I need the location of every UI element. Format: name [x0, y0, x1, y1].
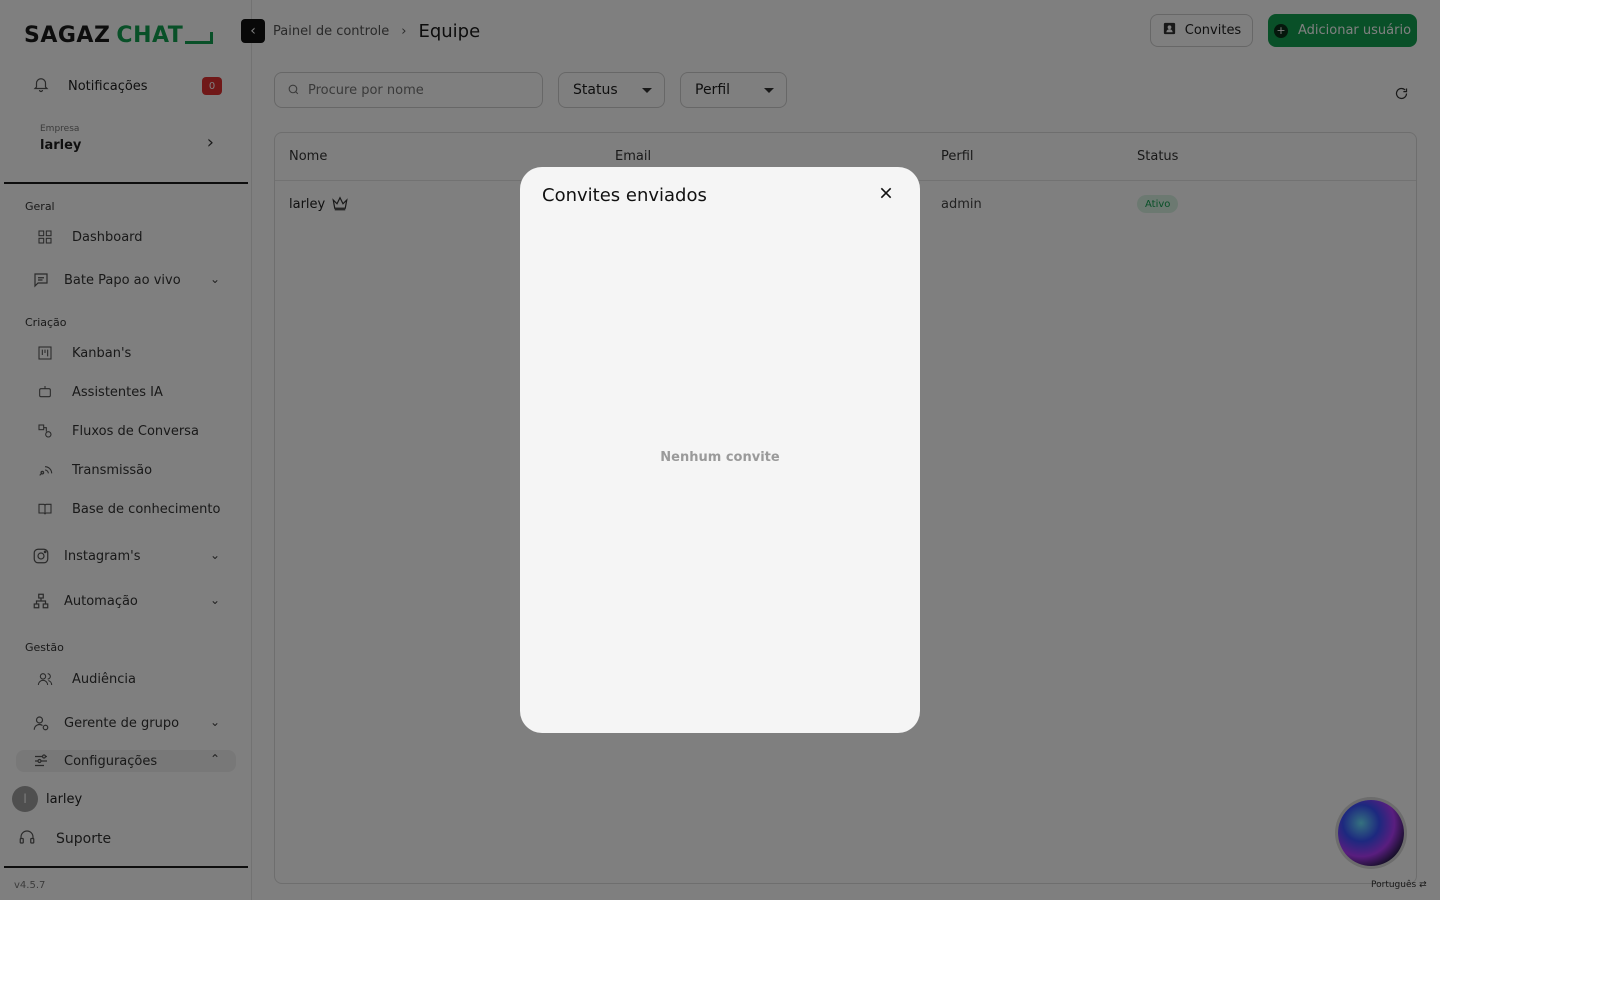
modal-title: Convites enviados [542, 185, 707, 206]
close-icon [878, 185, 894, 205]
app: SAGAZ CHAT Notificações 0 Empresa larley… [0, 0, 1440, 900]
close-button[interactable] [874, 183, 898, 207]
empty-state-message: Nenhum convite [660, 450, 780, 465]
invites-modal: Convites enviados Nenhum convite [520, 167, 920, 733]
